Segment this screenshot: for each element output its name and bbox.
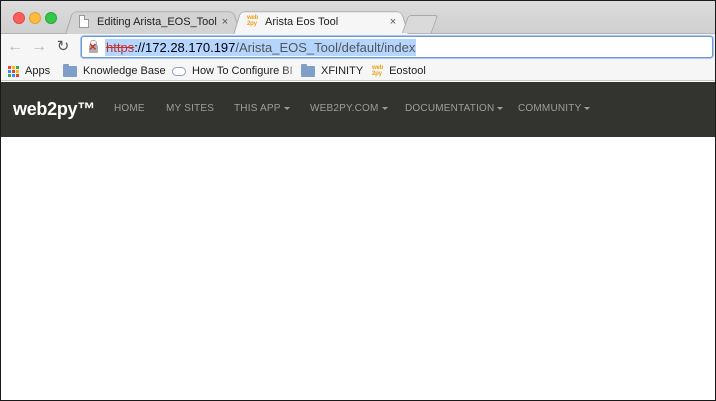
url-path: /Arista_EOS_Tool/default/index <box>235 39 416 55</box>
folder-icon <box>63 63 77 77</box>
bookmarks-bar: Apps Knowledge Base How To Configure BI … <box>1 61 715 81</box>
tab-editing-arista[interactable]: Editing Arista_EOS_Tool × <box>65 9 241 35</box>
nav-home[interactable]: HOME <box>114 103 145 114</box>
bookmark-label: Eostool <box>389 65 426 77</box>
bookmark-eostool[interactable]: web 2py Eostool <box>372 63 426 79</box>
document-icon <box>79 15 91 29</box>
page-content: web2py™ HOME MY SITES THIS APP WEB2PY.CO… <box>1 82 715 400</box>
tab-close-icon[interactable]: × <box>387 16 399 28</box>
caret-down-icon <box>381 106 388 110</box>
nav-community[interactable]: COMMUNITY <box>518 103 591 114</box>
bookmark-label: How To Configure BI <box>192 65 293 77</box>
tab-title: Arista Eos Tool <box>265 16 339 28</box>
nav-web2py-com[interactable]: WEB2PY.COM <box>310 103 388 114</box>
new-tab-button[interactable] <box>401 15 439 33</box>
brand-logo[interactable]: web2py™ <box>13 99 95 120</box>
browser-window: Editing Arista_EOS_Tool × web 2py Arista … <box>0 0 716 401</box>
nav-this-app[interactable]: THIS APP <box>234 103 290 114</box>
caret-down-icon <box>283 106 290 110</box>
insecure-lock-icon[interactable]: × <box>87 40 101 54</box>
caret-down-icon <box>497 106 504 110</box>
tab-close-icon[interactable]: × <box>219 16 231 28</box>
minimize-window-button[interactable] <box>29 12 41 24</box>
folder-icon <box>301 63 315 77</box>
reload-icon[interactable]: ↻ <box>54 38 72 56</box>
url-text[interactable]: https://172.28.170.197/Arista_EOS_Tool/d… <box>105 38 417 56</box>
caret-down-icon <box>584 106 591 110</box>
apps-grid-icon <box>8 65 19 77</box>
tab-title: Editing Arista_EOS_Tool <box>97 16 217 28</box>
close-window-button[interactable] <box>13 12 25 24</box>
bookmark-how-to-configure[interactable]: How To Configure BI <box>172 63 304 79</box>
bookmark-xfinity[interactable]: XFINITY <box>301 63 363 79</box>
bookmark-knowledge-base[interactable]: Knowledge Base <box>63 63 166 79</box>
back-arrow-icon[interactable]: ← <box>6 38 24 56</box>
tab-strip: Editing Arista_EOS_Tool × web 2py Arista … <box>1 1 715 35</box>
web2py-icon: web 2py <box>247 15 259 27</box>
bookmark-apps[interactable]: Apps <box>8 63 50 79</box>
tab-arista-eos-tool[interactable]: web 2py Arista Eos Tool × <box>233 9 409 35</box>
url-scheme: https <box>106 39 135 55</box>
site-navbar: web2py™ HOME MY SITES THIS APP WEB2PY.CO… <box>1 82 715 137</box>
url-host: ://172.28.170.197 <box>134 39 236 55</box>
bookmark-label: Knowledge Base <box>83 65 166 77</box>
bookmark-label: Apps <box>25 65 51 77</box>
zoom-window-button[interactable] <box>45 12 57 24</box>
cloud-icon <box>172 66 186 76</box>
web2py-icon: web 2py <box>372 65 384 77</box>
address-bar[interactable]: × https://172.28.170.197/Arista_EOS_Tool… <box>81 36 713 58</box>
forward-arrow-icon[interactable]: → <box>30 38 48 56</box>
browser-toolbar: ← → ↻ × https://172.28.170.197/Arista_EO… <box>1 34 715 61</box>
bookmark-label: XFINITY <box>321 65 364 77</box>
nav-my-sites[interactable]: MY SITES <box>166 103 214 114</box>
nav-documentation[interactable]: DOCUMENTATION <box>405 103 504 114</box>
